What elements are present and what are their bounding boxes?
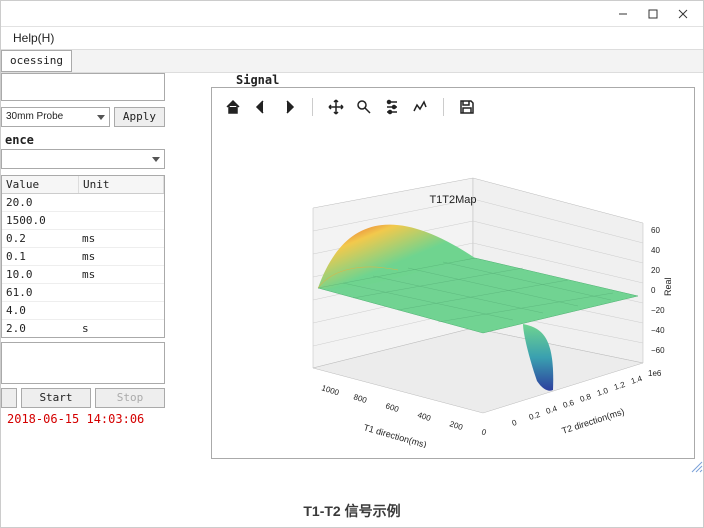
svg-text:1e6: 1e6 [648, 369, 662, 378]
tabstrip: ocessing [1, 49, 703, 73]
table-row[interactable]: 0.2ms [2, 230, 164, 248]
svg-text:1.4: 1.4 [630, 374, 644, 386]
svg-text:0.4: 0.4 [545, 404, 559, 416]
table-row[interactable]: 20.0 [2, 194, 164, 212]
x-axis-label: T1 direction(ms) [362, 422, 427, 448]
timestamp: 2018-06-15 14:03:06 [7, 412, 165, 426]
signal-label: Signal [236, 73, 279, 87]
svg-text:−20: −20 [651, 306, 665, 315]
chart-title: T1T2Map [222, 194, 684, 206]
maximize-button[interactable] [639, 4, 667, 24]
app-window: Help(H) ocessing 30mm Probe Apply ence V… [0, 0, 704, 528]
home-icon[interactable] [224, 98, 242, 116]
aux-button[interactable] [1, 388, 17, 408]
col-unit: Unit [79, 176, 164, 193]
svg-text:−60: −60 [651, 346, 665, 355]
svg-text:0: 0 [480, 427, 488, 437]
svg-text:40: 40 [651, 246, 660, 255]
svg-text:60: 60 [651, 226, 660, 235]
svg-text:1.2: 1.2 [613, 380, 627, 392]
svg-text:600: 600 [384, 401, 400, 414]
save-icon[interactable] [458, 98, 476, 116]
figure-caption: T1-T2 信号示例 [1, 501, 703, 521]
table-row[interactable]: 0.1ms [2, 248, 164, 266]
apply-button[interactable]: Apply [114, 107, 165, 127]
y-axis-label: T2 direction(ms) [561, 406, 626, 436]
table-row[interactable]: 61.0 [2, 284, 164, 302]
stop-button[interactable]: Stop [95, 388, 165, 408]
configure-icon[interactable] [383, 98, 401, 116]
table-row[interactable]: 1500.0 [2, 212, 164, 230]
svg-text:400: 400 [416, 410, 432, 423]
svg-text:1000: 1000 [320, 383, 340, 397]
top-input[interactable] [1, 73, 165, 101]
svg-text:0: 0 [651, 286, 656, 295]
zoom-icon[interactable] [355, 98, 373, 116]
svg-text:200: 200 [448, 419, 464, 432]
chart-3d[interactable]: 60 40 20 0 −20 −40 −60 Real 1000 800 600… [222, 128, 684, 448]
edit-icon[interactable] [411, 98, 429, 116]
svg-text:−40: −40 [651, 326, 665, 335]
param-table: Value Unit 20.0 1500.0 0.2ms 0.1ms 10.0m… [1, 175, 165, 338]
table-row[interactable]: 10.0ms [2, 266, 164, 284]
svg-text:0.6: 0.6 [562, 398, 576, 410]
titlebar [1, 1, 703, 27]
pan-icon[interactable] [327, 98, 345, 116]
menubar: Help(H) [1, 27, 703, 49]
svg-text:0.2: 0.2 [528, 410, 542, 422]
minimize-button[interactable] [609, 4, 637, 24]
svg-text:0.8: 0.8 [579, 392, 593, 404]
left-panel: 30mm Probe Apply ence Value Unit 20.0 15… [1, 73, 171, 467]
back-icon[interactable] [252, 98, 270, 116]
table-row[interactable]: 2.0s [2, 320, 164, 337]
plot-toolbar [218, 94, 688, 120]
log-box[interactable] [1, 342, 165, 384]
z-axis-label: Real [663, 277, 673, 296]
table-row[interactable]: 4.0 [2, 302, 164, 320]
svg-text:1.0: 1.0 [596, 386, 610, 398]
sequence-select[interactable] [1, 149, 165, 169]
forward-icon[interactable] [280, 98, 298, 116]
menu-help[interactable]: Help(H) [7, 31, 60, 45]
close-button[interactable] [669, 4, 697, 24]
svg-text:0: 0 [511, 418, 519, 428]
probe-select[interactable]: 30mm Probe [1, 107, 110, 127]
tab-processing[interactable]: ocessing [1, 50, 72, 72]
start-button[interactable]: Start [21, 388, 91, 408]
plot-panel: 60 40 20 0 −20 −40 −60 Real 1000 800 600… [211, 87, 695, 459]
svg-text:800: 800 [352, 392, 368, 405]
sequence-group-title: ence [5, 133, 171, 147]
resize-grip[interactable] [689, 459, 703, 473]
svg-text:20: 20 [651, 266, 660, 275]
col-value: Value [2, 176, 79, 193]
